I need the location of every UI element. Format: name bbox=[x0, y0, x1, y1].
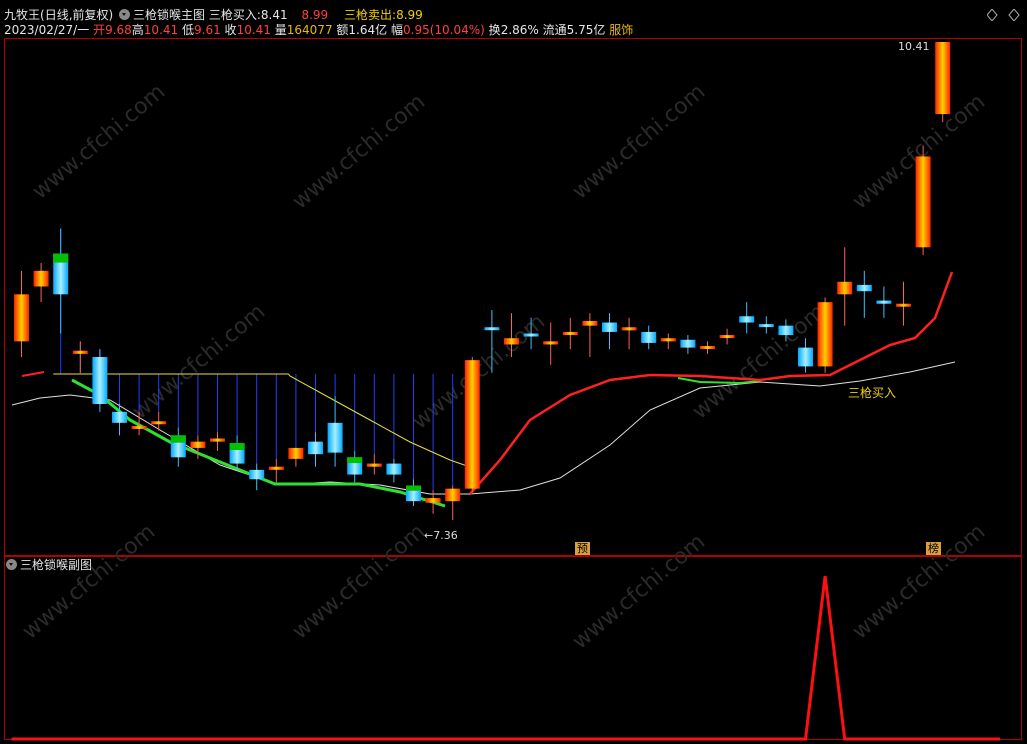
candle-body bbox=[92, 357, 108, 405]
candle-body bbox=[739, 316, 755, 323]
candle-body bbox=[856, 284, 872, 292]
candle-body bbox=[249, 469, 265, 480]
watermark-text: www.cfchi.com bbox=[288, 89, 430, 214]
low-price-label: ←7.36 bbox=[424, 529, 458, 542]
candle-body bbox=[680, 339, 696, 348]
candle-body bbox=[817, 302, 833, 367]
candle-body bbox=[660, 338, 676, 342]
candle-body bbox=[523, 333, 539, 337]
candle-body bbox=[268, 466, 284, 470]
candle-body bbox=[778, 325, 794, 336]
candle-body bbox=[798, 347, 813, 367]
candle-body bbox=[484, 327, 500, 331]
watermark-text: www.cfchi.com bbox=[18, 519, 160, 644]
watermark-text: www.cfchi.com bbox=[128, 299, 270, 424]
candle-body bbox=[308, 441, 323, 455]
candle-body bbox=[112, 411, 127, 423]
candle-body bbox=[131, 425, 147, 429]
candle-body bbox=[366, 463, 382, 467]
candle-body bbox=[602, 322, 617, 332]
candle-body bbox=[190, 441, 206, 448]
candle-body bbox=[386, 463, 402, 475]
candle-body bbox=[327, 422, 343, 453]
candle-body bbox=[72, 350, 88, 354]
candle-body bbox=[758, 324, 774, 328]
tag-bang[interactable]: 榜 bbox=[926, 542, 941, 555]
candle-body bbox=[151, 421, 167, 425]
candle-body bbox=[700, 346, 715, 350]
candle-body bbox=[504, 338, 519, 345]
candle-body bbox=[876, 300, 892, 304]
candle-body bbox=[915, 156, 931, 248]
high-price-label: 10.41 bbox=[898, 40, 930, 53]
candle-body bbox=[425, 498, 441, 503]
candle-body bbox=[837, 281, 853, 295]
candle-body bbox=[543, 341, 559, 345]
watermark-text: www.cfchi.com bbox=[28, 79, 170, 204]
fast-ma-red-left bbox=[21, 371, 45, 377]
candle-body bbox=[14, 294, 29, 342]
buy-signal-label: 三枪买入 bbox=[848, 386, 897, 400]
tag-yu[interactable]: 预 bbox=[575, 542, 590, 555]
candle-body bbox=[210, 438, 225, 442]
candlestick-chart[interactable]: www.cfchi.com www.cfchi.com www.cfchi.com w… bbox=[0, 0, 1027, 744]
candle-cap bbox=[347, 457, 363, 464]
candle-body bbox=[719, 335, 735, 339]
candle-body bbox=[445, 488, 461, 502]
candle-body bbox=[621, 327, 637, 331]
candle-body bbox=[464, 360, 480, 489]
watermark-text: www.cfchi.com bbox=[288, 519, 430, 644]
candle-cap bbox=[229, 443, 245, 450]
candle-body bbox=[582, 320, 598, 326]
candle-body bbox=[562, 331, 578, 336]
candle-cap bbox=[53, 253, 69, 263]
signal-line bbox=[11, 575, 1000, 741]
candle-body bbox=[896, 303, 911, 307]
candle-cap bbox=[406, 485, 421, 491]
candle-body bbox=[641, 331, 657, 343]
watermark-text: www.cfchi.com bbox=[848, 519, 990, 644]
candle-cap bbox=[170, 435, 186, 443]
watermark-text: www.cfchi.com bbox=[568, 79, 710, 204]
candle-body bbox=[33, 270, 49, 287]
candle-body bbox=[288, 447, 304, 459]
candle-body bbox=[935, 42, 951, 115]
